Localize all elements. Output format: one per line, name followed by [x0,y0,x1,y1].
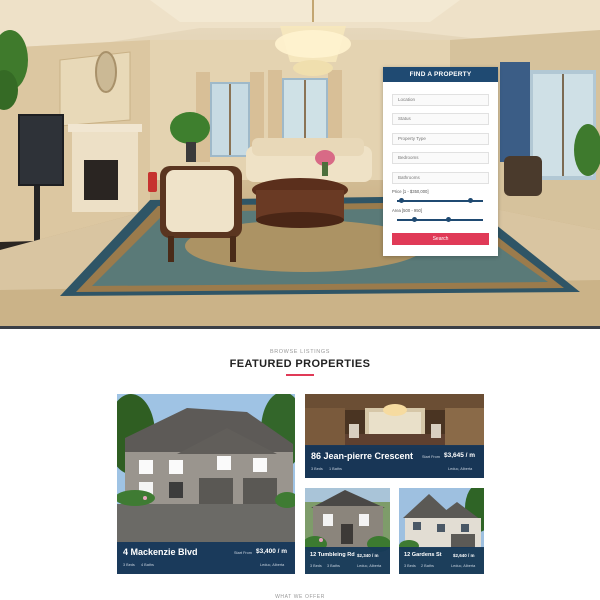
search-panel-title: FIND A PROPERTY [383,67,498,82]
property-card-jean-pierre[interactable]: 86 Jean-pierre Crescent Start From $3,64… [305,394,484,478]
property-name: 86 Jean-pierre Crescent [311,451,414,461]
hero-banner: FIND A PROPERTY Location Status Property… [0,0,600,326]
property-card-info: 12 Gardens St $2,640 / m 3 Beds 2 Baths … [399,547,484,574]
property-baths: 3 Baths [327,564,340,568]
property-baths: 2 Baths [421,564,434,568]
area-min-handle[interactable] [411,217,417,223]
property-price: $3,400 / m [256,548,288,555]
property-card-gardens[interactable]: 12 Gardens St $2,640 / m 3 Beds 2 Baths … [399,488,484,574]
price-prefix: Start From [234,551,252,555]
living-room-photo [0,0,600,326]
bathrooms-field[interactable]: Bathrooms [392,172,489,184]
property-beds: 3 Beds [310,564,322,568]
area-range-label: Area [500 - 950] [392,208,423,213]
hero-divider [0,326,600,329]
bedrooms-field[interactable]: Bedrooms [392,152,489,164]
section-subtitle: BROWSE LISTINGS [269,349,331,355]
property-type-field[interactable]: Property Type [392,133,489,145]
property-card-info: 4 Mackenzie Blvd Start From $3,400 / m 3… [117,542,295,574]
section-title-underline [286,374,314,376]
property-price: $3,645 / m [444,452,476,459]
property-beds: 3 Beds [311,467,323,471]
property-name: 4 Mackenzie Blvd [123,547,198,557]
area-max-handle[interactable] [446,217,452,223]
property-name: 12 Gardens St [404,552,442,558]
property-beds: 3 Beds [123,563,135,567]
price-min-handle[interactable] [398,198,404,204]
property-beds: 3 Beds [404,564,416,568]
property-price: $2,640 / m [453,553,475,558]
property-location: Leduc, Alberta [357,564,382,568]
property-price: $2,340 / m [357,553,379,558]
property-card-tumbleing[interactable]: 12 Tumbleing Rd $2,340 / m 3 Beds 3 Bath… [305,488,390,574]
property-card-info: 12 Tumbleing Rd $2,340 / m 3 Beds 3 Bath… [305,547,390,574]
property-location: Leduc, Alberta [260,563,285,567]
property-name: 12 Tumbleing Rd [310,552,355,558]
property-location: Leduc, Alberta [448,467,473,471]
search-button[interactable]: Search [392,233,489,245]
price-range-label: Price [1 - $350,000] [392,189,429,194]
property-baths: 1 Baths [329,467,342,471]
status-field[interactable]: Status [392,113,489,125]
property-card-info: 86 Jean-pierre Crescent Start From $3,64… [305,445,484,478]
section-title: FEATURED PROPERTIES [229,358,371,370]
property-baths: 4 Baths [141,563,154,567]
property-search-panel: FIND A PROPERTY Location Status Property… [383,67,498,256]
area-range-slider[interactable] [397,217,483,223]
price-prefix: Start From [422,455,440,459]
price-max-handle[interactable] [467,198,473,204]
property-card-mackenzie[interactable]: 4 Mackenzie Blvd Start From $3,400 / m 3… [117,394,295,574]
location-field[interactable]: Location [392,94,489,106]
property-location: Leduc, Alberta [451,564,476,568]
next-section-subtitle: WHAT WE OFFER [275,594,325,600]
price-range-slider[interactable] [397,198,483,204]
